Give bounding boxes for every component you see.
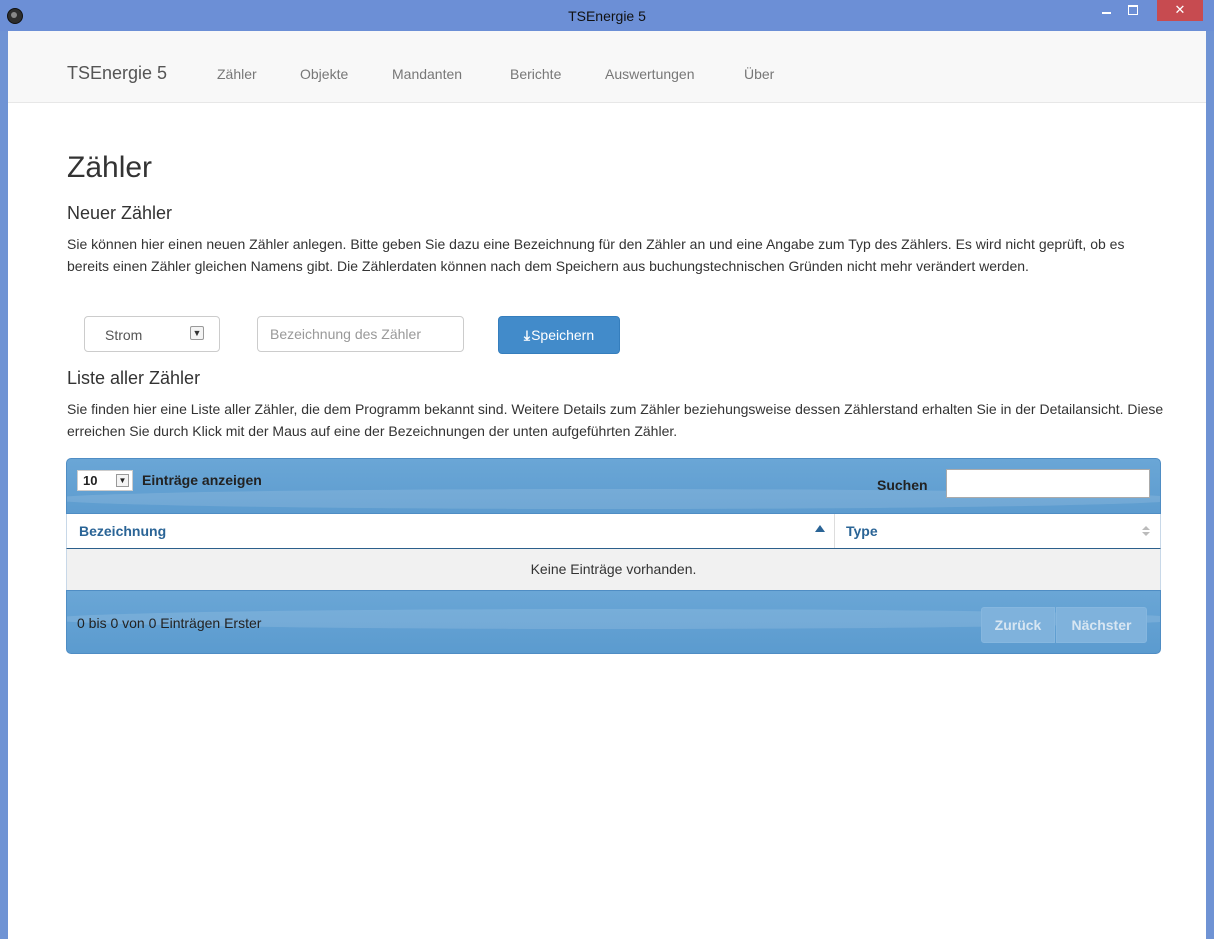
new-meter-heading: Neuer Zähler: [67, 203, 173, 223]
maximize-button[interactable]: [1120, 0, 1146, 21]
nav-item-mandanten[interactable]: Mandanten: [392, 66, 462, 82]
minimize-icon: [1102, 12, 1111, 14]
table-header-row: Bezeichnung Type: [66, 514, 1161, 549]
next-page-button[interactable]: Nächster: [1056, 607, 1147, 643]
meter-list-description: Sie finden hier eine Liste aller Zähler,…: [67, 401, 1164, 439]
app-content: TSEnergie 5 Zähler Objekte Mandanten Ber…: [8, 31, 1206, 939]
chevron-down-icon: ▼: [190, 326, 204, 340]
nav-item-objekte[interactable]: Objekte: [300, 66, 348, 82]
empty-table-message: Keine Einträge vorhanden.: [66, 549, 1161, 591]
previous-page-button[interactable]: Zurück: [981, 607, 1055, 643]
close-button[interactable]: ✕: [1157, 0, 1203, 21]
close-icon: ✕: [1174, 2, 1186, 17]
navbar-brand[interactable]: TSEnergie 5: [67, 63, 167, 84]
nav-item-zaehler[interactable]: Zähler: [217, 66, 257, 82]
search-input[interactable]: [946, 469, 1150, 498]
window-title: TSEnergie 5: [568, 8, 646, 24]
window-border-right: [1206, 31, 1214, 939]
column-header-bezeichnung[interactable]: Bezeichnung: [79, 523, 166, 539]
meter-table: 10 ▼ Einträge anzeigen Suchen Bezeichnun…: [66, 458, 1161, 655]
table-info: 0 bis 0 von 0 Einträgen Erster: [77, 615, 262, 631]
search-label: Suchen: [877, 477, 928, 493]
column-header-type[interactable]: Type: [846, 523, 878, 539]
maximize-icon: [1128, 5, 1138, 15]
entries-length-select[interactable]: 10 ▼: [77, 470, 133, 491]
meter-name-input[interactable]: [257, 316, 464, 352]
minimize-button[interactable]: [1094, 0, 1120, 21]
entries-length-value: 10: [83, 473, 98, 488]
navbar: TSEnergie 5 Zähler Objekte Mandanten Ber…: [8, 31, 1206, 103]
new-meter-description: Sie können hier einen neuen Zähler anleg…: [67, 236, 1125, 274]
meter-type-select[interactable]: Strom ▼: [84, 316, 220, 352]
sort-both-icon: [1142, 526, 1150, 537]
window-border-left: [0, 31, 8, 939]
page-title: Zähler: [67, 151, 153, 184]
chevron-down-icon: ▼: [116, 474, 129, 487]
window-titlebar: TSEnergie 5 ✕: [0, 0, 1214, 31]
table-footer: 0 bis 0 von 0 Einträgen Erster Zurück Nä…: [66, 590, 1161, 654]
nav-item-auswertungen[interactable]: Auswertungen: [605, 66, 695, 82]
nav-item-berichte[interactable]: Berichte: [510, 66, 561, 82]
meter-list-heading: Liste aller Zähler: [67, 368, 201, 388]
save-button-label: Speichern: [531, 327, 595, 343]
nav-item-ueber[interactable]: Über: [744, 66, 774, 82]
entries-length-label: Einträge anzeigen: [142, 472, 262, 488]
meter-type-value: Strom: [105, 327, 143, 343]
table-toolbar: 10 ▼ Einträge anzeigen Suchen: [66, 458, 1161, 514]
save-button[interactable]: ⤓Speichern: [498, 316, 620, 354]
sort-ascending-icon: [815, 525, 825, 532]
column-divider: [834, 514, 835, 548]
download-icon: ⤓: [523, 327, 531, 343]
